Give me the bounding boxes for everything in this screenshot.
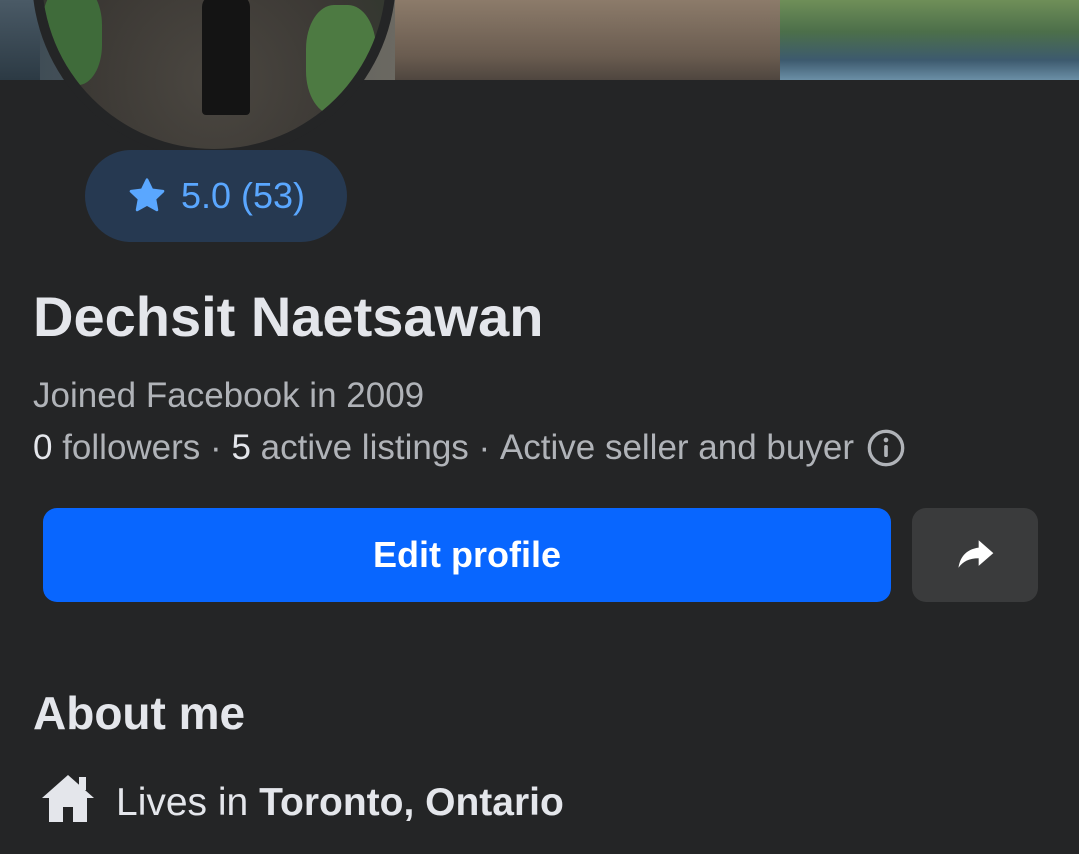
lives-in-label: Lives in	[116, 781, 249, 824]
cover-photo-water-left	[0, 0, 40, 80]
info-icon[interactable]	[866, 428, 906, 468]
seller-status: Active seller and buyer	[499, 428, 854, 467]
avatar-grass-right	[306, 5, 376, 115]
lives-in-row: Lives in Toronto, Ontario	[40, 772, 564, 834]
profile-avatar[interactable]	[32, 0, 396, 159]
profile-name: Dechsit Naetsawan	[33, 285, 544, 348]
followers-label: followers	[62, 428, 201, 467]
share-button[interactable]	[912, 508, 1038, 602]
listings-label: active listings	[260, 428, 469, 467]
listings-count: 5	[231, 428, 251, 467]
stats-separator: ·	[210, 428, 222, 467]
home-icon	[40, 772, 96, 834]
profile-avatar-image	[42, 0, 386, 149]
about-me-heading: About me	[33, 687, 246, 739]
rating-badge[interactable]: 5.0 (53)	[85, 150, 347, 242]
avatar-person	[202, 0, 250, 115]
joined-date: Joined Facebook in 2009	[33, 376, 425, 415]
avatar-grass-left	[42, 0, 102, 85]
stats-separator: ·	[478, 428, 491, 467]
edit-profile-button[interactable]: Edit profile	[43, 508, 891, 602]
location-value[interactable]: Toronto, Ontario	[259, 781, 564, 824]
profile-stats: 0 followers · 5 active listings · Active…	[33, 428, 906, 468]
share-arrow-icon	[953, 532, 997, 579]
cover-photo-water	[780, 0, 1079, 80]
followers-count: 0	[33, 428, 53, 467]
star-icon	[127, 176, 167, 216]
rating-value: 5.0 (53)	[180, 175, 306, 216]
